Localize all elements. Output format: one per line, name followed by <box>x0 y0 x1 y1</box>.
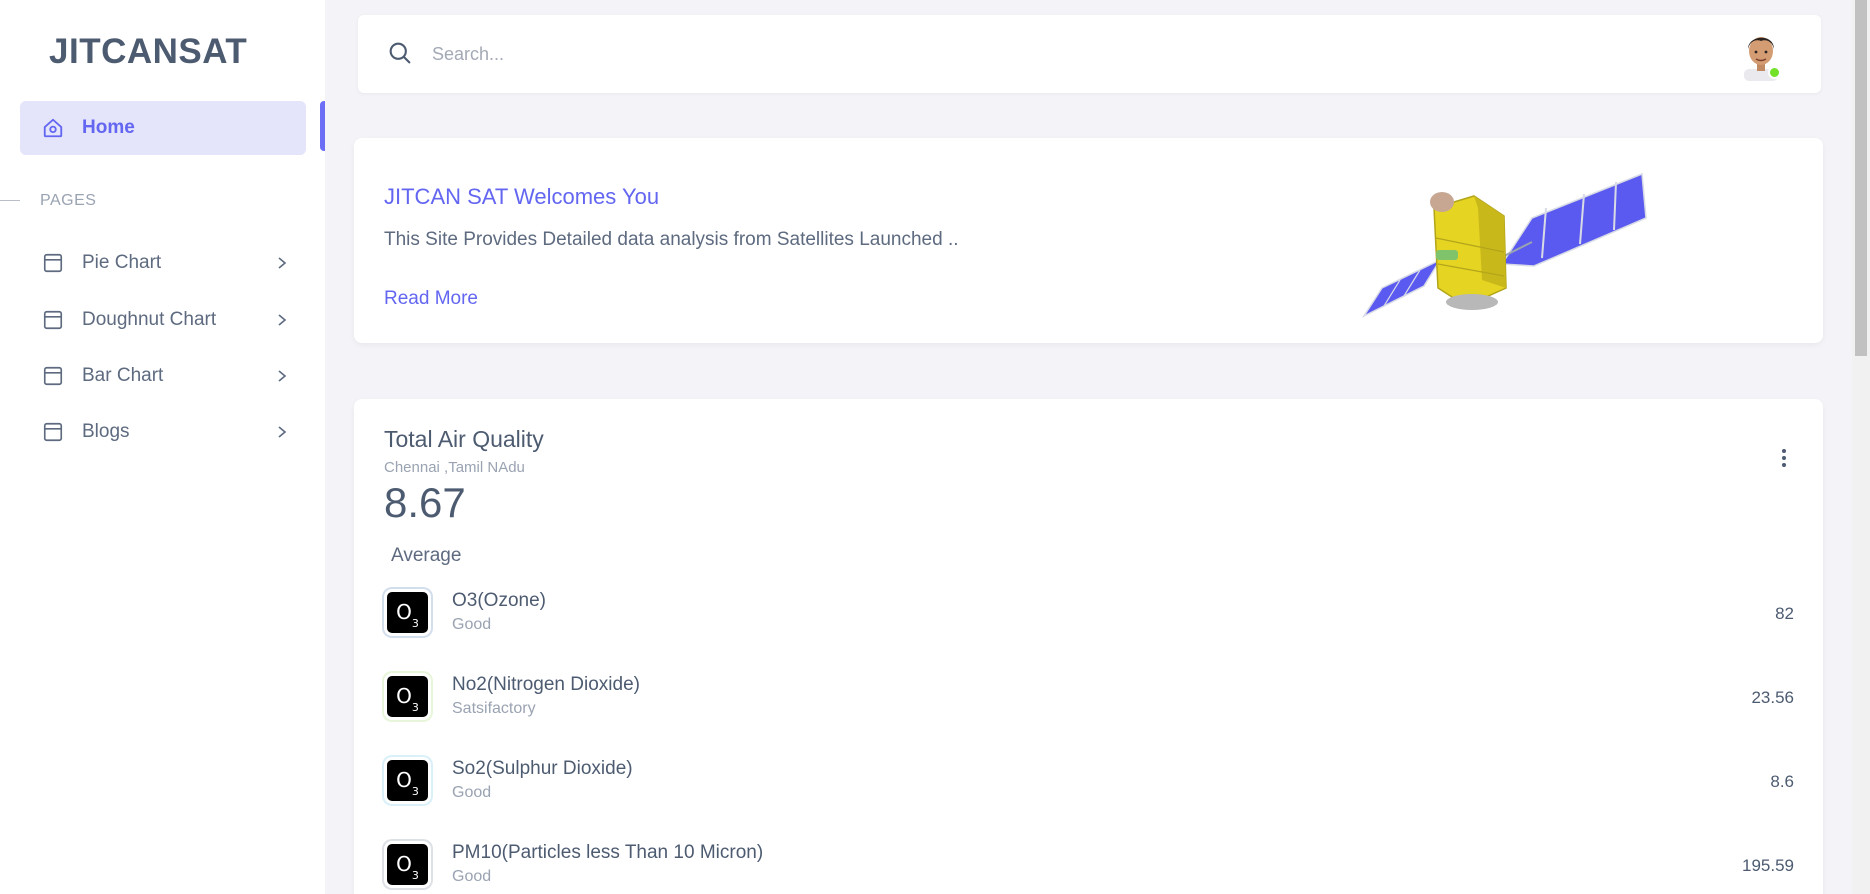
sidebar: JITCANSAT Home PAGES Pie Chart Doughnut … <box>0 0 325 894</box>
sidebar-item-home[interactable]: Home <box>20 101 306 155</box>
welcome-card: JITCAN SAT Welcomes You This Site Provid… <box>354 138 1823 343</box>
icon-symbol: O <box>396 768 412 792</box>
section-divider <box>0 200 20 201</box>
icon-symbol: O <box>396 684 412 708</box>
page-scrollbar[interactable] <box>1852 0 1870 894</box>
home-icon <box>42 117 64 139</box>
air-quality-value: 8.67 <box>384 479 466 526</box>
ozone-icon: O3 <box>384 673 431 720</box>
read-more-link[interactable]: Read More <box>384 288 478 310</box>
sidebar-item-pie-chart[interactable]: Pie Chart <box>20 240 306 286</box>
pollutant-value: 195.59 <box>1742 856 1794 875</box>
sidebar-item-blogs[interactable]: Blogs <box>20 409 306 455</box>
chevron-right-icon <box>274 311 290 329</box>
pollutant-name: PM10(Particles less Than 10 Micron) <box>452 842 764 863</box>
sidebar-item-label: Home <box>82 117 135 138</box>
welcome-text: This Site Provides Detailed data analysi… <box>384 229 959 250</box>
active-indicator <box>320 101 325 151</box>
air-quality-card: Total Air Quality Chennai ,Tamil NAdu 8.… <box>354 399 1823 894</box>
section-label: PAGES <box>40 192 97 209</box>
pollutant-status: Good <box>452 868 492 885</box>
ozone-icon: O3 <box>384 589 431 636</box>
pollutant-status: Good <box>452 784 492 801</box>
sidebar-item-doughnut-chart[interactable]: Doughnut Chart <box>20 297 306 343</box>
sidebar-item-label: Bar Chart <box>82 365 164 386</box>
pollutant-row[interactable]: O3 O3(Ozone) Good 82 <box>384 589 1794 653</box>
welcome-title: JITCAN SAT Welcomes You <box>384 184 660 209</box>
air-quality-average-label: Average <box>391 545 462 566</box>
pollutant-value: 8.6 <box>1770 772 1794 791</box>
pollutant-name: So2(Sulphur Dioxide) <box>452 758 633 779</box>
layout-icon <box>42 365 64 387</box>
sidebar-item-label: Blogs <box>82 421 130 442</box>
pollutant-row[interactable]: O3 PM10(Particles less Than 10 Micron) G… <box>384 841 1794 894</box>
ozone-icon: O3 <box>384 841 431 888</box>
icon-subscript: 3 <box>411 701 419 714</box>
pollutant-name: O3(Ozone) <box>452 590 546 611</box>
online-status-dot <box>1768 66 1781 79</box>
brand-logo[interactable]: JITCANSAT <box>49 32 247 72</box>
sidebar-item-label: Pie Chart <box>82 252 162 273</box>
pollutant-status: Satsifactory <box>452 700 536 717</box>
pollutant-name: No2(Nitrogen Dioxide) <box>452 674 640 695</box>
scrollbar-thumb[interactable] <box>1855 0 1867 356</box>
sidebar-item-bar-chart[interactable]: Bar Chart <box>20 353 306 399</box>
chevron-right-icon <box>274 254 290 272</box>
icon-symbol: O <box>396 600 412 624</box>
layout-icon <box>42 252 64 274</box>
layout-icon <box>42 421 64 443</box>
ozone-icon: O3 <box>384 757 431 804</box>
chevron-right-icon <box>274 423 290 441</box>
dots-vertical-icon[interactable] <box>1772 446 1796 470</box>
pollutant-value: 82 <box>1775 604 1794 623</box>
top-search-bar <box>358 15 1821 93</box>
pollutant-row[interactable]: O3 No2(Nitrogen Dioxide) Satsifactory 23… <box>384 673 1794 737</box>
layout-icon <box>42 309 64 331</box>
pollutant-value: 23.56 <box>1751 688 1794 707</box>
air-quality-title: Total Air Quality <box>384 426 544 452</box>
icon-symbol: O <box>396 852 412 876</box>
pollutant-row[interactable]: O3 So2(Sulphur Dioxide) Good 8.6 <box>384 757 1794 821</box>
icon-subscript: 3 <box>411 617 419 630</box>
pollutant-status: Good <box>452 616 492 633</box>
chevron-right-icon <box>274 367 290 385</box>
sidebar-item-label: Doughnut Chart <box>82 309 217 330</box>
search-icon[interactable] <box>386 39 414 67</box>
search-input[interactable] <box>432 35 702 73</box>
icon-subscript: 3 <box>411 869 419 882</box>
satellite-illustration <box>1361 172 1647 318</box>
air-quality-location: Chennai ,Tamil NAdu <box>384 459 525 476</box>
icon-subscript: 3 <box>411 785 419 798</box>
